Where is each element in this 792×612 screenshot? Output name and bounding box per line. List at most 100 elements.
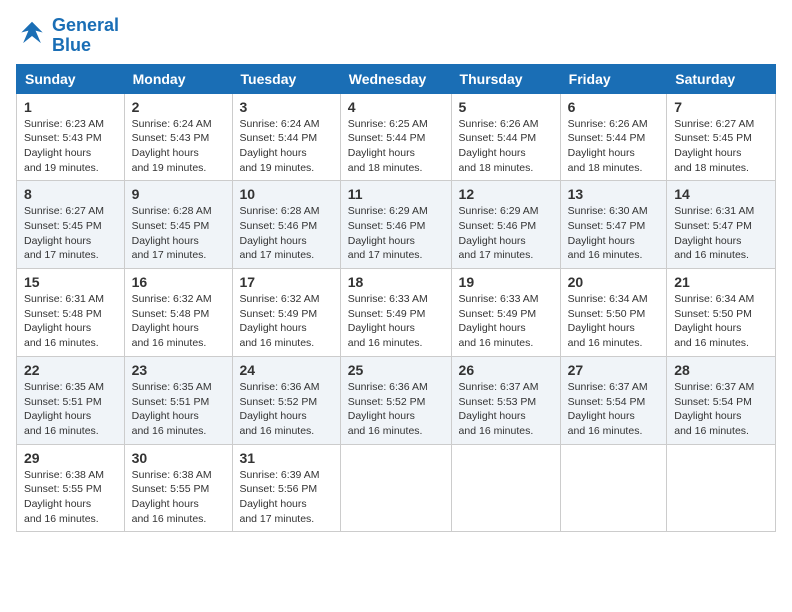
- cell-info: Sunrise: 6:37 AM Sunset: 5:53 PM Dayligh…: [459, 380, 553, 439]
- calendar-cell: 5 Sunrise: 6:26 AM Sunset: 5:44 PM Dayli…: [451, 93, 560, 181]
- cell-info: Sunrise: 6:36 AM Sunset: 5:52 PM Dayligh…: [240, 380, 333, 439]
- day-number: 19: [459, 274, 553, 290]
- day-number: 24: [240, 362, 333, 378]
- calendar-cell: 3 Sunrise: 6:24 AM Sunset: 5:44 PM Dayli…: [232, 93, 340, 181]
- calendar-week-4: 22 Sunrise: 6:35 AM Sunset: 5:51 PM Dayl…: [17, 356, 776, 444]
- calendar-cell: 30 Sunrise: 6:38 AM Sunset: 5:55 PM Dayl…: [124, 444, 232, 532]
- calendar-cell: [451, 444, 560, 532]
- calendar-cell: 9 Sunrise: 6:28 AM Sunset: 5:45 PM Dayli…: [124, 181, 232, 269]
- calendar-cell: 14 Sunrise: 6:31 AM Sunset: 5:47 PM Dayl…: [667, 181, 776, 269]
- cell-info: Sunrise: 6:27 AM Sunset: 5:45 PM Dayligh…: [674, 117, 768, 176]
- day-number: 2: [132, 99, 225, 115]
- day-header-monday: Monday: [124, 64, 232, 93]
- cell-info: Sunrise: 6:25 AM Sunset: 5:44 PM Dayligh…: [348, 117, 444, 176]
- calendar-week-2: 8 Sunrise: 6:27 AM Sunset: 5:45 PM Dayli…: [17, 181, 776, 269]
- calendar-cell: [667, 444, 776, 532]
- calendar-cell: 31 Sunrise: 6:39 AM Sunset: 5:56 PM Dayl…: [232, 444, 340, 532]
- day-number: 29: [24, 450, 117, 466]
- calendar-cell: 4 Sunrise: 6:25 AM Sunset: 5:44 PM Dayli…: [340, 93, 451, 181]
- cell-info: Sunrise: 6:34 AM Sunset: 5:50 PM Dayligh…: [568, 292, 660, 351]
- cell-info: Sunrise: 6:32 AM Sunset: 5:49 PM Dayligh…: [240, 292, 333, 351]
- calendar-week-1: 1 Sunrise: 6:23 AM Sunset: 5:43 PM Dayli…: [17, 93, 776, 181]
- cell-info: Sunrise: 6:36 AM Sunset: 5:52 PM Dayligh…: [348, 380, 444, 439]
- calendar-cell: 29 Sunrise: 6:38 AM Sunset: 5:55 PM Dayl…: [17, 444, 125, 532]
- calendar-cell: 8 Sunrise: 6:27 AM Sunset: 5:45 PM Dayli…: [17, 181, 125, 269]
- cell-info: Sunrise: 6:32 AM Sunset: 5:48 PM Dayligh…: [132, 292, 225, 351]
- calendar-cell: 15 Sunrise: 6:31 AM Sunset: 5:48 PM Dayl…: [17, 269, 125, 357]
- day-header-friday: Friday: [560, 64, 667, 93]
- cell-info: Sunrise: 6:33 AM Sunset: 5:49 PM Dayligh…: [348, 292, 444, 351]
- calendar-cell: 18 Sunrise: 6:33 AM Sunset: 5:49 PM Dayl…: [340, 269, 451, 357]
- day-number: 16: [132, 274, 225, 290]
- day-number: 17: [240, 274, 333, 290]
- day-number: 12: [459, 186, 553, 202]
- day-number: 27: [568, 362, 660, 378]
- cell-info: Sunrise: 6:33 AM Sunset: 5:49 PM Dayligh…: [459, 292, 553, 351]
- day-number: 25: [348, 362, 444, 378]
- calendar-header-row: SundayMondayTuesdayWednesdayThursdayFrid…: [17, 64, 776, 93]
- day-number: 4: [348, 99, 444, 115]
- cell-info: Sunrise: 6:38 AM Sunset: 5:55 PM Dayligh…: [24, 468, 117, 527]
- day-number: 23: [132, 362, 225, 378]
- day-number: 11: [348, 186, 444, 202]
- cell-info: Sunrise: 6:28 AM Sunset: 5:46 PM Dayligh…: [240, 204, 333, 263]
- cell-info: Sunrise: 6:27 AM Sunset: 5:45 PM Dayligh…: [24, 204, 117, 263]
- calendar-cell: 22 Sunrise: 6:35 AM Sunset: 5:51 PM Dayl…: [17, 356, 125, 444]
- cell-info: Sunrise: 6:35 AM Sunset: 5:51 PM Dayligh…: [132, 380, 225, 439]
- day-number: 10: [240, 186, 333, 202]
- day-number: 30: [132, 450, 225, 466]
- day-header-sunday: Sunday: [17, 64, 125, 93]
- calendar-cell: 13 Sunrise: 6:30 AM Sunset: 5:47 PM Dayl…: [560, 181, 667, 269]
- day-number: 18: [348, 274, 444, 290]
- day-number: 26: [459, 362, 553, 378]
- day-number: 7: [674, 99, 768, 115]
- calendar-table: SundayMondayTuesdayWednesdayThursdayFrid…: [16, 64, 776, 533]
- calendar-cell: 28 Sunrise: 6:37 AM Sunset: 5:54 PM Dayl…: [667, 356, 776, 444]
- calendar-cell: 26 Sunrise: 6:37 AM Sunset: 5:53 PM Dayl…: [451, 356, 560, 444]
- cell-info: Sunrise: 6:28 AM Sunset: 5:45 PM Dayligh…: [132, 204, 225, 263]
- calendar-cell: 19 Sunrise: 6:33 AM Sunset: 5:49 PM Dayl…: [451, 269, 560, 357]
- day-header-thursday: Thursday: [451, 64, 560, 93]
- cell-info: Sunrise: 6:30 AM Sunset: 5:47 PM Dayligh…: [568, 204, 660, 263]
- calendar-cell: 6 Sunrise: 6:26 AM Sunset: 5:44 PM Dayli…: [560, 93, 667, 181]
- calendar-cell: 10 Sunrise: 6:28 AM Sunset: 5:46 PM Dayl…: [232, 181, 340, 269]
- cell-info: Sunrise: 6:29 AM Sunset: 5:46 PM Dayligh…: [348, 204, 444, 263]
- day-number: 22: [24, 362, 117, 378]
- day-number: 15: [24, 274, 117, 290]
- day-number: 20: [568, 274, 660, 290]
- calendar-cell: 23 Sunrise: 6:35 AM Sunset: 5:51 PM Dayl…: [124, 356, 232, 444]
- day-number: 5: [459, 99, 553, 115]
- cell-info: Sunrise: 6:23 AM Sunset: 5:43 PM Dayligh…: [24, 117, 117, 176]
- cell-info: Sunrise: 6:37 AM Sunset: 5:54 PM Dayligh…: [674, 380, 768, 439]
- calendar-cell: [560, 444, 667, 532]
- calendar-cell: 2 Sunrise: 6:24 AM Sunset: 5:43 PM Dayli…: [124, 93, 232, 181]
- cell-info: Sunrise: 6:26 AM Sunset: 5:44 PM Dayligh…: [459, 117, 553, 176]
- day-number: 21: [674, 274, 768, 290]
- calendar-week-3: 15 Sunrise: 6:31 AM Sunset: 5:48 PM Dayl…: [17, 269, 776, 357]
- logo: General Blue: [16, 16, 119, 56]
- cell-info: Sunrise: 6:31 AM Sunset: 5:47 PM Dayligh…: [674, 204, 768, 263]
- day-number: 31: [240, 450, 333, 466]
- cell-info: Sunrise: 6:38 AM Sunset: 5:55 PM Dayligh…: [132, 468, 225, 527]
- day-number: 1: [24, 99, 117, 115]
- day-number: 9: [132, 186, 225, 202]
- day-number: 8: [24, 186, 117, 202]
- cell-info: Sunrise: 6:37 AM Sunset: 5:54 PM Dayligh…: [568, 380, 660, 439]
- cell-info: Sunrise: 6:26 AM Sunset: 5:44 PM Dayligh…: [568, 117, 660, 176]
- calendar-cell: 1 Sunrise: 6:23 AM Sunset: 5:43 PM Dayli…: [17, 93, 125, 181]
- day-number: 6: [568, 99, 660, 115]
- cell-info: Sunrise: 6:31 AM Sunset: 5:48 PM Dayligh…: [24, 292, 117, 351]
- day-number: 13: [568, 186, 660, 202]
- calendar-cell: 16 Sunrise: 6:32 AM Sunset: 5:48 PM Dayl…: [124, 269, 232, 357]
- calendar-cell: 25 Sunrise: 6:36 AM Sunset: 5:52 PM Dayl…: [340, 356, 451, 444]
- day-header-saturday: Saturday: [667, 64, 776, 93]
- calendar-cell: 21 Sunrise: 6:34 AM Sunset: 5:50 PM Dayl…: [667, 269, 776, 357]
- cell-info: Sunrise: 6:34 AM Sunset: 5:50 PM Dayligh…: [674, 292, 768, 351]
- logo-icon: [16, 20, 48, 52]
- cell-info: Sunrise: 6:29 AM Sunset: 5:46 PM Dayligh…: [459, 204, 553, 263]
- cell-info: Sunrise: 6:24 AM Sunset: 5:44 PM Dayligh…: [240, 117, 333, 176]
- calendar-cell: 24 Sunrise: 6:36 AM Sunset: 5:52 PM Dayl…: [232, 356, 340, 444]
- calendar-cell: 12 Sunrise: 6:29 AM Sunset: 5:46 PM Dayl…: [451, 181, 560, 269]
- calendar-cell: 17 Sunrise: 6:32 AM Sunset: 5:49 PM Dayl…: [232, 269, 340, 357]
- day-number: 3: [240, 99, 333, 115]
